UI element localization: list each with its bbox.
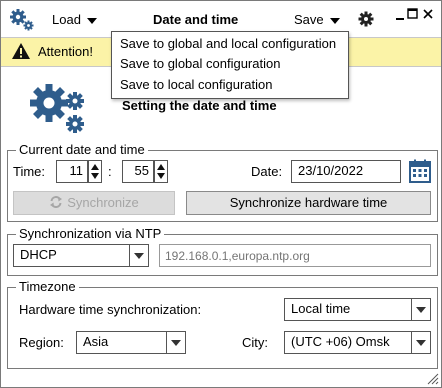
save-menu-button[interactable]: Save (294, 12, 340, 28)
load-label: Load (52, 12, 81, 27)
minute-stepper[interactable] (154, 160, 168, 183)
minute-input[interactable]: 55 (122, 160, 154, 183)
gears-icon (30, 84, 84, 133)
stepper-arrows-icon (91, 164, 99, 179)
hour-stepper[interactable] (88, 160, 102, 183)
time-separator: : (108, 164, 112, 179)
chevron-down-icon (166, 332, 185, 353)
city-label: City: (242, 335, 268, 350)
city-value: (UTC +06) Omsk (291, 334, 390, 349)
date-label: Date: (251, 164, 283, 179)
menu-item-save-global[interactable]: Save to global configuration (120, 56, 280, 72)
stepper-arrows-icon (157, 164, 165, 179)
menu-item-save-global-local[interactable]: Save to global and local configuration (120, 36, 336, 52)
hw-sync-select[interactable]: Local time (284, 298, 431, 321)
window-title: Date and time (153, 12, 239, 27)
save-label: Save (294, 12, 324, 27)
page-title: Setting the date and time (122, 98, 277, 113)
hour-input[interactable]: 11 (56, 160, 88, 183)
close-icon[interactable] (422, 8, 434, 20)
refresh-icon (50, 196, 63, 208)
ntp-servers-input[interactable] (159, 244, 431, 267)
region-select[interactable]: Asia (76, 331, 186, 354)
window: Load Date and time Save Attention! Setti… (0, 0, 442, 388)
menu-item-save-local[interactable]: Save to local configuration (120, 77, 272, 93)
hw-sync-label: Hardware time synchronization: (19, 302, 202, 317)
region-label: Region: (19, 335, 64, 350)
current-datetime-legend: Current date and time (16, 143, 148, 157)
ntp-legend: Synchronization via NTP (16, 227, 165, 241)
region-value: Asia (83, 334, 109, 349)
synchronize-button[interactable]: Synchronize (13, 191, 175, 215)
synchronize-hardware-button[interactable]: Synchronize hardware time (186, 191, 431, 215)
chevron-down-icon (86, 17, 97, 24)
load-menu-button[interactable]: Load (52, 12, 97, 28)
ntp-mode-select[interactable]: DHCP (13, 244, 149, 267)
maximize-icon[interactable] (407, 8, 419, 20)
gear-icon[interactable] (358, 11, 374, 27)
date-input[interactable]: 23/10/2022 (291, 160, 401, 183)
save-menu: Save to global and local configuration S… (111, 31, 349, 99)
chevron-down-icon (329, 17, 340, 24)
synchronize-label: Synchronize (67, 195, 139, 210)
attention-label: Attention! (38, 44, 93, 59)
ntp-mode-value: DHCP (20, 247, 57, 262)
hw-sync-value: Local time (291, 301, 351, 316)
time-label: Time: (13, 164, 46, 179)
minimize-icon[interactable] (395, 9, 405, 21)
chevron-down-icon (129, 245, 148, 266)
warning-icon (12, 43, 30, 59)
timezone-legend: Timezone (16, 280, 79, 294)
resize-grip-icon[interactable] (425, 371, 439, 385)
chevron-down-icon (411, 332, 430, 353)
gears-icon[interactable] (9, 8, 35, 32)
chevron-down-icon (411, 299, 430, 320)
city-select[interactable]: (UTC +06) Omsk (284, 331, 431, 354)
calendar-icon[interactable] (409, 159, 431, 183)
